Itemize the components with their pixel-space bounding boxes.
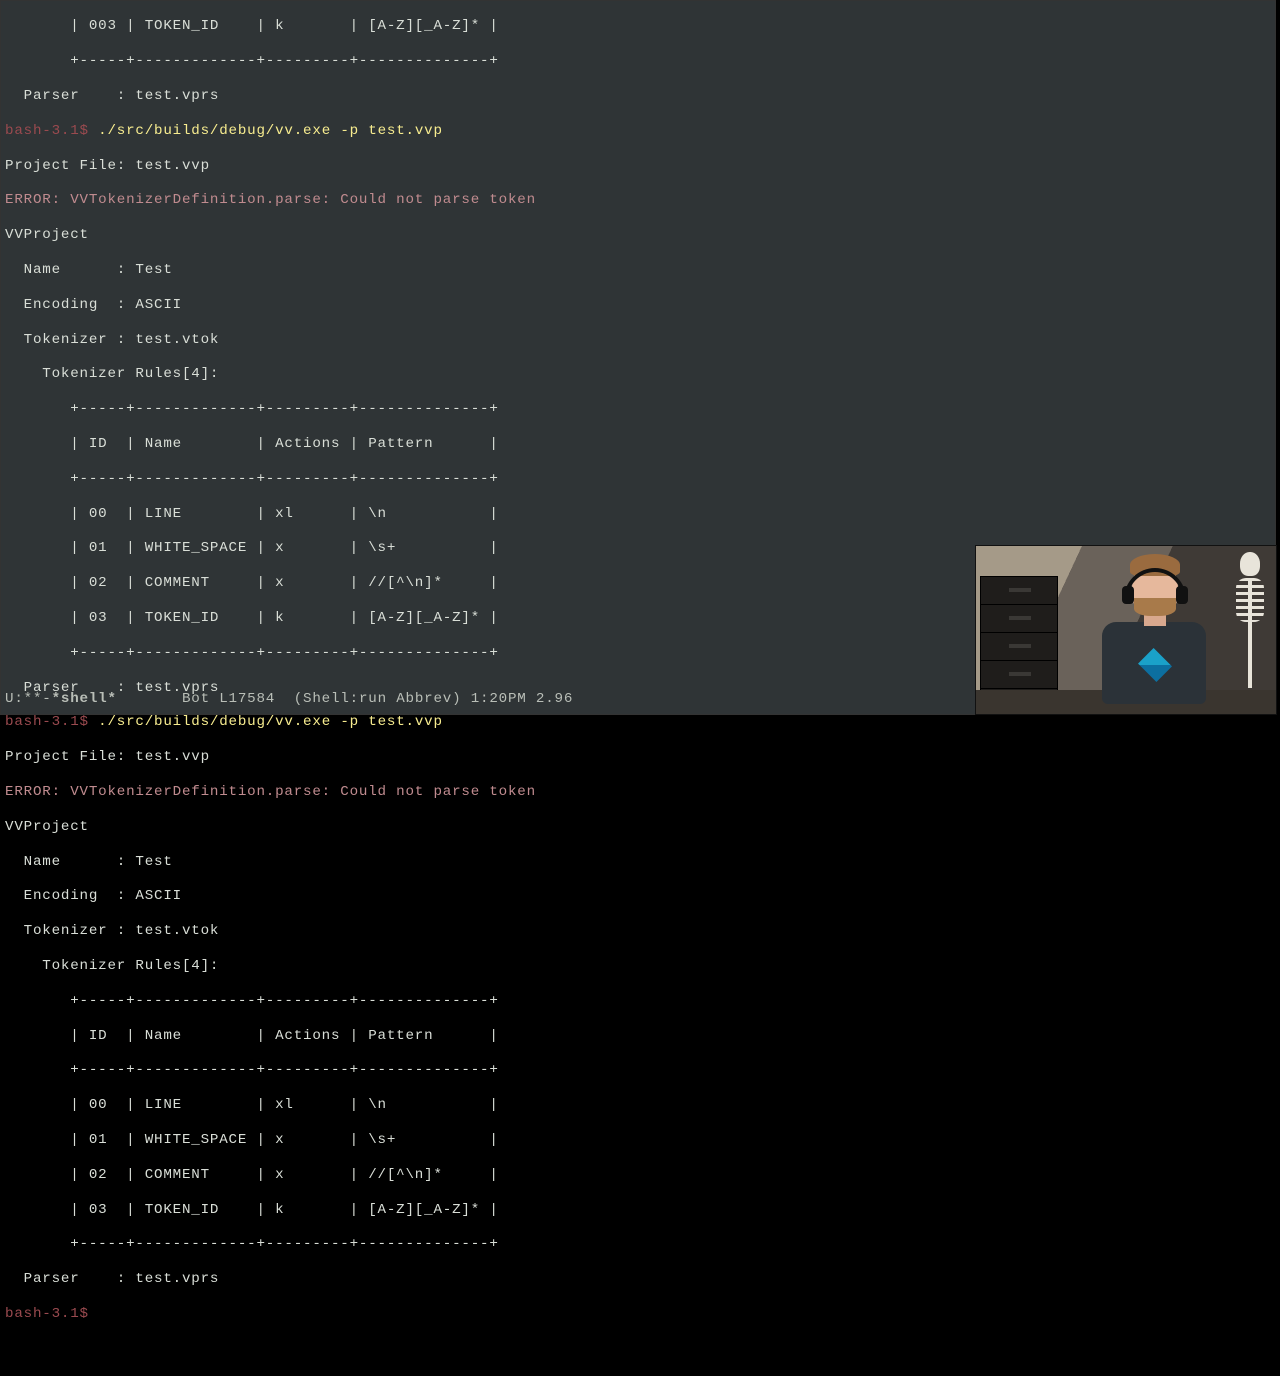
output-line: Name : Test	[5, 262, 1271, 279]
output-line: VVProject	[5, 227, 1271, 244]
prompt-line: bash-3.1$ ./src/builds/debug/vv.exe -p t…	[5, 714, 1271, 731]
table-sep: +-----+-------------+---------+---------…	[5, 993, 1271, 1010]
person	[1094, 554, 1214, 704]
output-line: Parser : test.vprs	[5, 88, 1271, 105]
table-row: | 02 | COMMENT | x | //[^\n]* |	[5, 1167, 1271, 1184]
table-row: | 01 | WHITE_SPACE | x | \s+ |	[5, 1132, 1271, 1149]
table-header: | ID | Name | Actions | Pattern |	[5, 1028, 1271, 1045]
prompt-line[interactable]: bash-3.1$	[5, 1306, 1271, 1323]
shell-prompt: bash-3.1$	[5, 123, 98, 139]
table-sep: +-----+-------------+---------+---------…	[5, 1062, 1271, 1079]
output-line: Parser : test.vprs	[5, 1271, 1271, 1288]
output-line: Project File: test.vvp	[5, 749, 1271, 766]
output-line: +-----+-------------+---------+---------…	[5, 53, 1271, 70]
output-line: Tokenizer : test.vtok	[5, 923, 1271, 940]
output-line: Tokenizer Rules[4]:	[5, 366, 1271, 383]
table-sep: +-----+-------------+---------+---------…	[5, 471, 1271, 488]
output-line: Encoding : ASCII	[5, 297, 1271, 314]
output-line: | 003 | TOKEN_ID | k | [A-Z][_A-Z]* |	[5, 18, 1271, 35]
modeline-modified: U:**-	[5, 691, 52, 707]
webcam-overlay	[975, 545, 1277, 715]
command-text: ./src/builds/debug/vv.exe -p test.vvp	[98, 714, 443, 730]
table-row: | 00 | LINE | xl | \n |	[5, 1097, 1271, 1114]
file-cabinet	[980, 576, 1058, 694]
output-line: Encoding : ASCII	[5, 888, 1271, 905]
output-line: Tokenizer Rules[4]:	[5, 958, 1271, 975]
error-line: ERROR: VVTokenizerDefinition.parse: Coul…	[5, 784, 1271, 801]
output-line: VVProject	[5, 819, 1271, 836]
table-sep: +-----+-------------+---------+---------…	[5, 401, 1271, 418]
output-line: Tokenizer : test.vtok	[5, 332, 1271, 349]
error-line: ERROR: VVTokenizerDefinition.parse: Coul…	[5, 192, 1271, 209]
prompt-line: bash-3.1$ ./src/builds/debug/vv.exe -p t…	[5, 123, 1271, 140]
table-row: | 03 | TOKEN_ID | k | [A-Z][_A-Z]* |	[5, 1202, 1271, 1219]
table-row: | 00 | LINE | xl | \n |	[5, 506, 1271, 523]
modeline-position: Bot L17584 (Shell:run Abbrev) 1:20PM 2.9…	[117, 691, 573, 707]
shell-prompt: bash-3.1$	[5, 1306, 98, 1322]
output-line: Name : Test	[5, 854, 1271, 871]
modeline-buffer-name: *shell*	[52, 691, 117, 707]
shell-prompt: bash-3.1$	[5, 714, 98, 730]
output-line: Project File: test.vvp	[5, 158, 1271, 175]
command-text: ./src/builds/debug/vv.exe -p test.vvp	[98, 123, 443, 139]
table-header: | ID | Name | Actions | Pattern |	[5, 436, 1271, 453]
table-sep: +-----+-------------+---------+---------…	[5, 1236, 1271, 1253]
skeleton-prop	[1230, 552, 1270, 700]
